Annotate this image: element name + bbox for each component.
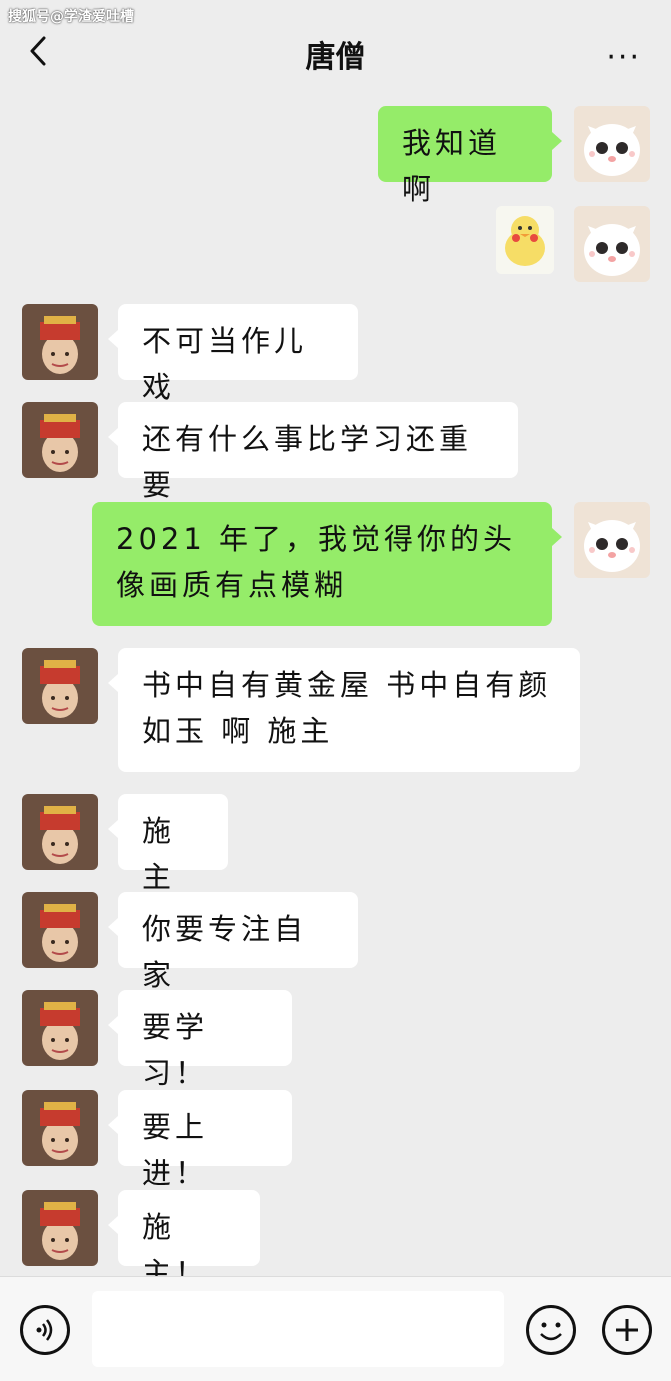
contact-avatar[interactable] — [22, 304, 98, 380]
contact-avatar[interactable] — [22, 794, 98, 870]
contact-avatar[interactable] — [22, 1190, 98, 1266]
message-text: 要上进！ — [142, 1110, 209, 1190]
contact-avatar[interactable] — [22, 990, 98, 1066]
message-bubble: 书中自有黄金屋 书中自有颜如玉 啊 施主 — [108, 648, 580, 772]
self-avatar[interactable] — [574, 106, 650, 182]
message-bubble: 施主 — [108, 794, 228, 894]
message-bubble: 2021 年了，我觉得你的头像画质有点模糊 — [92, 502, 562, 626]
message-bubble: 我知道啊 — [378, 106, 562, 206]
message-bubble: 要上进！ — [108, 1090, 292, 1190]
voice-icon[interactable] — [20, 1305, 70, 1355]
chat-title: 唐僧 — [305, 40, 366, 75]
message-bubble: 要学习！ — [108, 990, 292, 1090]
self-avatar[interactable] — [574, 502, 650, 578]
message-bubble: 还有什么事比学习还重要 — [108, 402, 518, 502]
message-text: 要学习！ — [142, 1010, 209, 1090]
message-text: 还有什么事比学习还重要 — [142, 422, 473, 502]
contact-avatar[interactable] — [22, 402, 98, 478]
more-icon[interactable]: ··· — [606, 40, 641, 75]
input-toolbar — [0, 1276, 671, 1381]
message-text: 你要专注自家 — [142, 912, 308, 992]
message-bubble: 不可当作儿戏 — [108, 304, 358, 404]
message-text: 不可当作儿戏 — [142, 324, 308, 404]
message-input[interactable] — [92, 1291, 504, 1367]
message-text: 施主 — [142, 814, 176, 894]
message-text: 2021 年了，我觉得你的头像画质有点模糊 — [116, 522, 517, 602]
contact-avatar[interactable] — [22, 648, 98, 724]
watermark: 搜狐号@学渣爱吐槽 — [8, 9, 134, 25]
contact-avatar[interactable] — [22, 1090, 98, 1166]
message-bubble: 施主！ — [108, 1190, 260, 1290]
self-avatar[interactable] — [574, 206, 650, 282]
message-text: 我知道啊 — [402, 126, 502, 206]
plus-icon[interactable] — [602, 1305, 652, 1355]
duck-sticker[interactable] — [496, 206, 554, 274]
emoji-icon[interactable] — [526, 1305, 576, 1355]
contact-avatar[interactable] — [22, 892, 98, 968]
message-bubble: 你要专注自家 — [108, 892, 358, 992]
message-text: 书中自有黄金屋 书中自有颜如玉 啊 施主 — [142, 668, 552, 748]
